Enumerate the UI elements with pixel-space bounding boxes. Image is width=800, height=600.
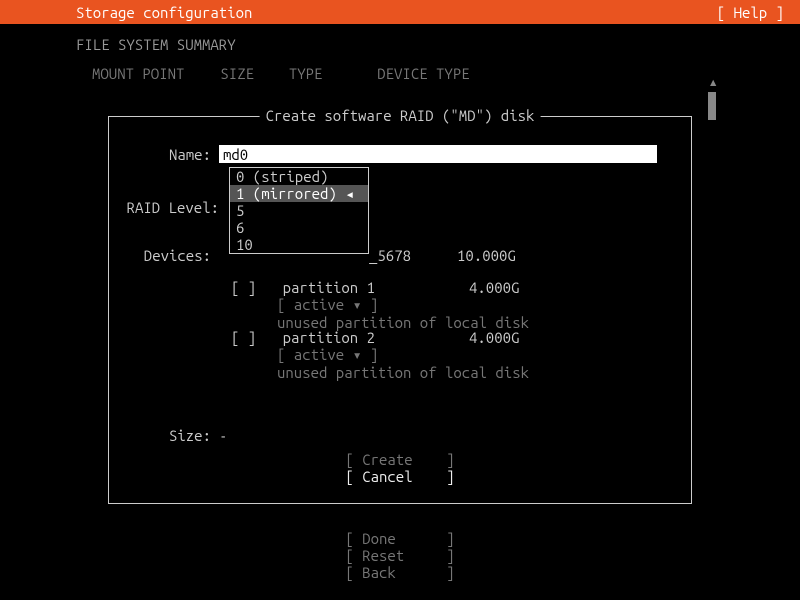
partition-2-row: [ ] partition 2 4.000G [ active ▾ ] unus… xyxy=(231,329,529,381)
partition-1-checkbox[interactable]: [ ] xyxy=(231,279,256,296)
scroll-up-icon: ▴ xyxy=(708,72,718,91)
partition-1-name: partition 1 xyxy=(283,279,375,296)
partition-2-size: 4.000G xyxy=(469,329,519,346)
scrollbar-thumb[interactable] xyxy=(708,92,716,120)
partition-1-row: [ ] partition 1 4.000G [ active ▾ ] unus… xyxy=(231,279,529,331)
raid-option-6[interactable]: 6 xyxy=(230,219,368,236)
section-title: FILE SYSTEM SUMMARY xyxy=(0,36,800,53)
col-type: TYPE xyxy=(289,65,369,82)
header-bar: Storage configuration [ Help ] xyxy=(0,0,800,24)
cancel-button[interactable]: [ Cancel ] xyxy=(345,468,454,485)
page-title: Storage configuration xyxy=(76,4,252,21)
raid-option-5[interactable]: 5 xyxy=(230,202,368,219)
partition-2-checkbox[interactable]: [ ] xyxy=(231,329,256,346)
reset-button[interactable]: [ Reset ] xyxy=(345,547,454,564)
back-button[interactable]: [ Back ] xyxy=(345,564,454,581)
name-label: Name: xyxy=(109,146,219,163)
raid-option-1[interactable]: 1 (mirrored) ◂ xyxy=(230,185,368,202)
size-label: Size: xyxy=(109,427,219,444)
partition-2-desc: unused partition of local disk xyxy=(277,364,529,381)
raid-option-0[interactable]: 0 (striped) xyxy=(230,168,368,185)
content-area: FILE SYSTEM SUMMARY MOUNT POINT SIZE TYP… xyxy=(0,24,800,82)
partition-1-status[interactable]: [ active ▾ ] xyxy=(277,296,529,314)
raid-level-label: RAID Level: xyxy=(109,199,219,216)
dialog-buttons: [ Create ] [ Cancel ] xyxy=(345,451,454,485)
create-button[interactable]: [ Create ] xyxy=(345,451,454,468)
size-value: - xyxy=(219,427,227,444)
device-suffix: _5678 xyxy=(369,247,411,264)
help-button[interactable]: [ Help ] xyxy=(717,4,784,21)
col-size: SIZE xyxy=(220,65,280,82)
partition-2-name: partition 2 xyxy=(283,329,375,346)
table-header: MOUNT POINT SIZE TYPE DEVICE TYPE xyxy=(0,65,800,82)
raid-option-10[interactable]: 10 xyxy=(230,236,368,253)
col-mount: MOUNT POINT xyxy=(92,65,212,82)
raid-level-dropdown[interactable]: 0 (striped) 1 (mirrored) ◂ 5 6 10 xyxy=(229,167,369,254)
device-size: 10.000G xyxy=(457,247,516,264)
partition-1-size: 4.000G xyxy=(469,279,519,296)
col-devtype: DEVICE TYPE xyxy=(377,65,497,82)
dialog-title: Create software RAID ("MD") disk xyxy=(260,107,541,124)
devices-label: Devices: xyxy=(109,247,219,264)
done-button[interactable]: [ Done ] xyxy=(345,530,454,547)
create-raid-dialog: Create software RAID ("MD") disk Name: R… xyxy=(108,116,692,504)
name-input[interactable] xyxy=(219,145,657,163)
partition-2-status[interactable]: [ active ▾ ] xyxy=(277,346,529,364)
footer-buttons: [ Done ] [ Reset ] [ Back ] xyxy=(345,530,454,581)
